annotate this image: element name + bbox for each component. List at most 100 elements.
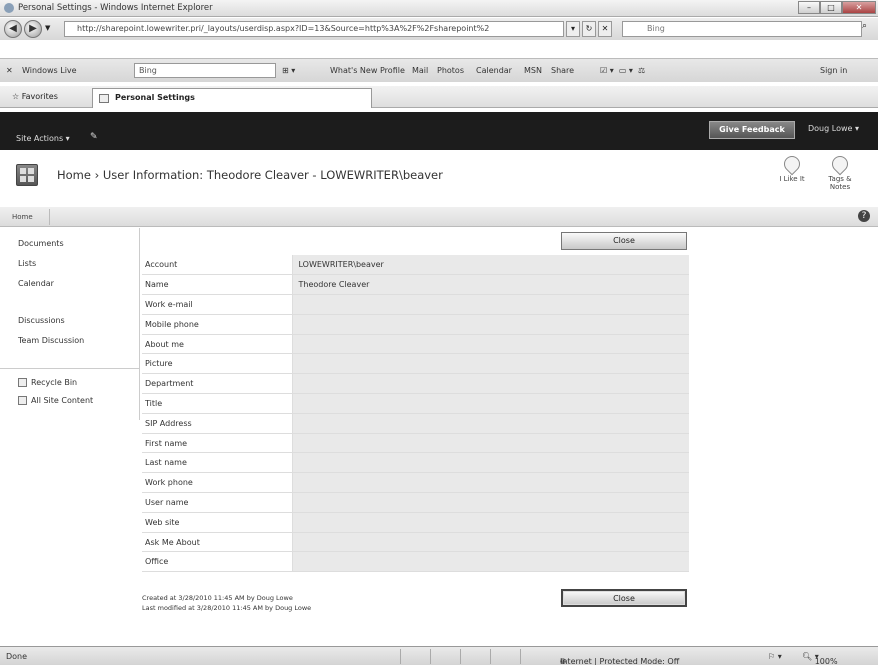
- address-input[interactable]: http://sharepoint.lowewriter.pri/_layout…: [64, 21, 564, 37]
- favorites-bar: ☆ Favorites Personal Settings: [0, 86, 878, 108]
- toolbar-link-mail[interactable]: Mail: [412, 66, 428, 75]
- forward-button[interactable]: ▶: [24, 20, 42, 38]
- window-title: Personal Settings - Windows Internet Exp…: [18, 3, 213, 13]
- status-text: Done: [6, 652, 28, 661]
- field-value: [291, 294, 689, 315]
- field-value: [291, 393, 689, 414]
- toolbar-link-whats-new[interactable]: What's New: [330, 66, 377, 75]
- user-info-table: Account LOWEWRITER\beaver Name Theodore Cle…: [142, 255, 689, 573]
- toolbar-tools-icons[interactable]: ☑ ▾ ▭ ▾ ⚖: [600, 66, 645, 75]
- table-row: Name Theodore Cleaver: [142, 274, 689, 296]
- field-value: [291, 512, 689, 533]
- field-value: Theodore Cleaver: [291, 274, 689, 296]
- field-value: [291, 314, 689, 335]
- breadcrumb-home-link[interactable]: Home: [0, 209, 50, 225]
- toolbar-link-calendar[interactable]: Calendar: [476, 66, 512, 75]
- minimize-button[interactable]: –: [798, 1, 820, 14]
- address-dropdown-icon[interactable]: ▾: [566, 21, 580, 37]
- close-button-top[interactable]: Close: [561, 232, 687, 250]
- window-title-bar: Personal Settings - Windows Internet Exp…: [0, 0, 878, 17]
- table-row: Ask Me About: [142, 532, 689, 553]
- back-button[interactable]: ◀: [4, 20, 22, 38]
- nav-item-documents[interactable]: Documents: [18, 239, 64, 248]
- refresh-icon[interactable]: ↻: [582, 21, 596, 37]
- nav-recycle-bin[interactable]: Recycle Bin: [18, 378, 77, 387]
- help-icon[interactable]: ?: [858, 210, 870, 222]
- table-row: Title: [142, 393, 689, 414]
- tags-notes-label: Tags & Notes: [828, 175, 852, 191]
- toolbar-link-share[interactable]: Share: [551, 66, 574, 75]
- field-value: [291, 551, 689, 573]
- field-label: About me: [142, 334, 292, 355]
- all-site-content-label: All Site Content: [31, 396, 94, 405]
- table-row: Mobile phone: [142, 314, 689, 335]
- tab-title: Personal Settings: [115, 93, 195, 102]
- search-input[interactable]: Bing: [622, 21, 862, 37]
- field-label: Name: [142, 274, 292, 296]
- window-controls: – □ ✕: [798, 1, 876, 14]
- field-value: [291, 373, 689, 395]
- table-row: Picture: [142, 353, 689, 375]
- field-value: [291, 413, 689, 434]
- field-value: [291, 334, 689, 355]
- privacy-icon[interactable]: ⚐ ▾: [768, 652, 782, 661]
- field-value: [291, 353, 689, 375]
- toolbar-search-input[interactable]: Bing: [134, 63, 276, 78]
- table-row: Department: [142, 373, 689, 395]
- field-label: Account: [142, 255, 292, 276]
- give-feedback-button[interactable]: Give Feedback: [709, 121, 795, 139]
- recent-pages-dropdown-icon[interactable]: ▼: [45, 24, 50, 32]
- table-row: User name: [142, 492, 689, 513]
- page-header: Home › User Information: Theodore Cleave…: [0, 150, 878, 210]
- site-logo-icon[interactable]: [16, 164, 38, 186]
- stop-icon[interactable]: ✕: [598, 21, 612, 37]
- user-menu[interactable]: Doug Lowe ▾: [808, 124, 859, 133]
- field-value: [291, 532, 689, 553]
- close-window-button[interactable]: ✕: [842, 1, 876, 14]
- i-like-it-label: I Like It: [779, 175, 805, 183]
- field-label: Last name: [142, 452, 292, 474]
- nav-header-discussions[interactable]: Discussions: [18, 316, 65, 325]
- maximize-button[interactable]: □: [820, 1, 842, 14]
- table-row: First name: [142, 433, 689, 454]
- favorites-button[interactable]: ☆ Favorites: [12, 92, 58, 101]
- zoom-control[interactable]: 🔍︎ 100% ▾: [802, 652, 838, 665]
- nav-item-team-discussion[interactable]: Team Discussion: [18, 336, 84, 345]
- zoom-level: 100%: [814, 657, 838, 665]
- page-title: Home › User Information: Theodore Cleave…: [57, 168, 443, 182]
- nav-all-site-content[interactable]: All Site Content: [18, 396, 93, 405]
- nav-item-calendar[interactable]: Calendar: [18, 279, 54, 288]
- field-label: User name: [142, 492, 292, 513]
- field-label: Web site: [142, 512, 292, 533]
- field-label: First name: [142, 433, 292, 454]
- field-value: [291, 472, 689, 494]
- toolbar-link-profile[interactable]: Profile: [380, 66, 405, 75]
- search-icon[interactable]: ⌕: [862, 21, 867, 31]
- nav-item-lists[interactable]: Lists: [18, 259, 36, 268]
- windows-live-link[interactable]: Windows Live: [22, 66, 77, 75]
- field-label: Title: [142, 393, 292, 414]
- field-label: Ask Me About: [142, 532, 292, 553]
- i-like-it-button[interactable]: I Like It: [774, 152, 810, 183]
- browser-tab[interactable]: Personal Settings: [92, 88, 372, 108]
- sign-in-link[interactable]: Sign in: [820, 66, 847, 75]
- field-label: Department: [142, 373, 292, 395]
- status-bar: Done 🌐︎ Internet | Protected Mode: Off ⚐…: [0, 646, 878, 665]
- edit-page-icon[interactable]: ✎: [90, 132, 98, 142]
- toolbar-link-photos[interactable]: Photos: [437, 66, 464, 75]
- user-name: Doug Lowe: [808, 124, 853, 133]
- close-button-bottom[interactable]: Close: [561, 589, 687, 607]
- toolbar-search-icon[interactable]: ⊞ ▾: [282, 66, 295, 75]
- table-row: Account LOWEWRITER\beaver: [142, 255, 689, 276]
- toolbar-link-msn[interactable]: MSN: [524, 66, 542, 75]
- table-row: About me: [142, 334, 689, 355]
- close-toolbar-icon[interactable]: ✕: [6, 66, 13, 75]
- field-label: Work e-mail: [142, 294, 292, 315]
- site-actions-menu[interactable]: Site Actions ▾: [16, 134, 70, 143]
- sharepoint-ribbon: Site Actions ▾ ✎ Give Feedback Doug Lowe…: [0, 112, 878, 150]
- address-toolbar: ◀ ▶ ▼ http://sharepoint.lowewriter.pri/_…: [0, 18, 878, 40]
- table-row: Web site: [142, 512, 689, 533]
- breadcrumb: Home ?: [0, 207, 878, 227]
- tags-notes-button[interactable]: Tags & Notes: [820, 152, 860, 191]
- field-label: SIP Address: [142, 413, 292, 434]
